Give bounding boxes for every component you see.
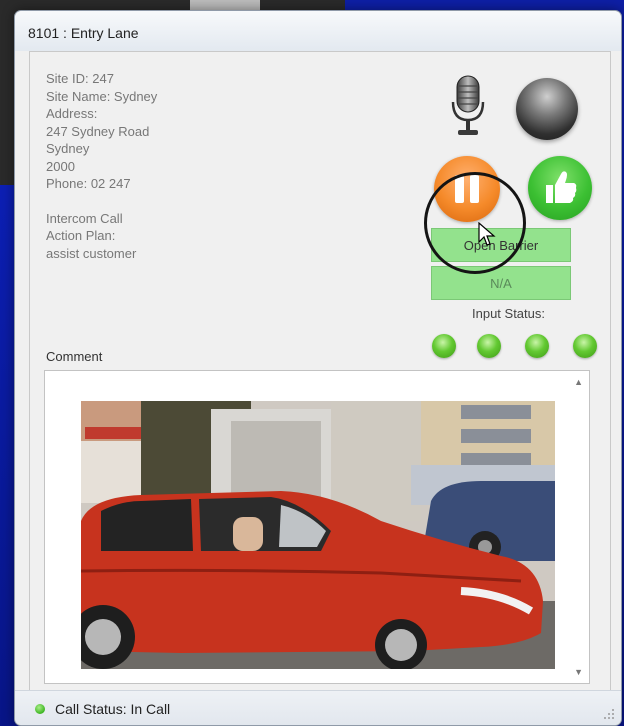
- pause-button[interactable]: [434, 156, 500, 222]
- camera-snapshot: [81, 401, 555, 669]
- site-info: Site ID: 247 Site Name: Sydney Address: …: [46, 70, 157, 262]
- thumbs-up-icon: [546, 171, 577, 203]
- accept-call-button[interactable]: [528, 156, 592, 220]
- open-barrier-button[interactable]: Open Barrier: [431, 228, 571, 262]
- title-bar[interactable]: 8101 : Entry Lane: [15, 11, 621, 51]
- input-status-label: Input Status:: [472, 306, 545, 321]
- na-button[interactable]: N/A: [431, 266, 571, 300]
- site-id: Site ID: 247: [46, 71, 114, 86]
- window-title: 8101 : Entry Lane: [28, 25, 139, 41]
- comment-label: Comment: [46, 349, 103, 364]
- scroll-down-icon[interactable]: ▼: [574, 667, 583, 677]
- address-label: Address:: [46, 106, 98, 121]
- scroll-up-icon[interactable]: ▲: [574, 377, 583, 387]
- call-panel: Site ID: 247 Site Name: Sydney Address: …: [29, 51, 611, 691]
- na-button-label: N/A: [490, 275, 512, 291]
- status-bar: Call Status: In Call: [15, 690, 621, 725]
- comment-area[interactable]: ▲ ▼: [44, 370, 590, 684]
- record-indicator-icon: [516, 78, 578, 140]
- input-status-led-icon: [477, 334, 501, 358]
- call-type: Intercom Call: [46, 210, 123, 226]
- action-plan-label: Action Plan:: [46, 228, 116, 243]
- input-status-led-icon: [525, 334, 549, 358]
- address-line: 247 Sydney Road: [46, 123, 150, 139]
- input-status-led-icon: [573, 334, 597, 358]
- action-plan: assist customer: [46, 245, 137, 261]
- call-status-text: Call Status: In Call: [55, 701, 171, 717]
- intercom-call-window: 8101 : Entry Lane Site ID: 247 Site Name…: [14, 10, 622, 726]
- resize-grip-icon[interactable]: [603, 708, 615, 720]
- mouse-pointer-icon: [478, 222, 496, 246]
- call-status-indicator-icon: [35, 704, 45, 714]
- input-status-led-icon: [432, 334, 456, 358]
- address-line: 2000: [46, 158, 75, 174]
- microphone-icon: [451, 75, 485, 135]
- phone: Phone: 02 247: [46, 176, 131, 191]
- address-line: Sydney: [46, 141, 90, 156]
- site-name: Site Name: Sydney: [46, 88, 158, 104]
